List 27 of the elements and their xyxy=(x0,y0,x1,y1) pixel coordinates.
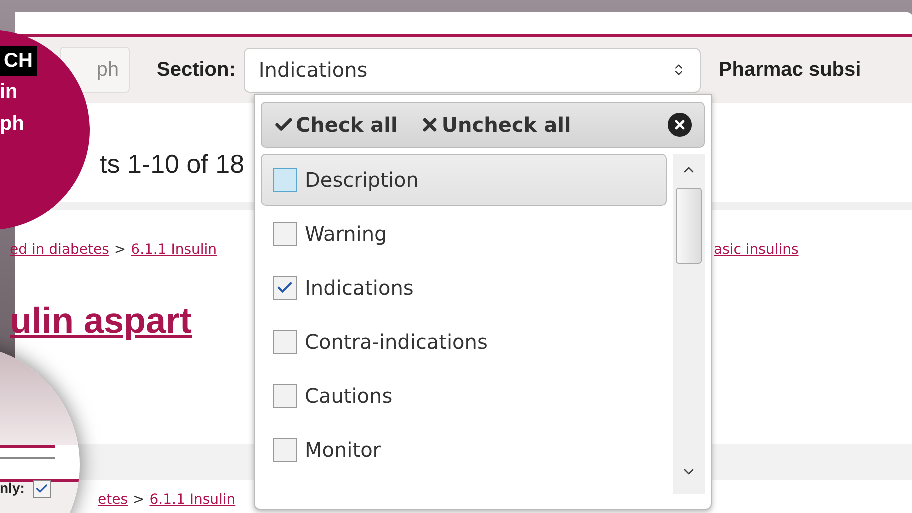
results-summary: ts 1-10 of 18 xyxy=(100,148,245,181)
breadcrumb-separator: > xyxy=(133,491,145,510)
close-icon xyxy=(673,118,687,132)
callout-text: ph xyxy=(0,112,26,137)
breadcrumb-link[interactable]: 6.1.1 Insulin xyxy=(131,240,218,261)
section-option[interactable]: Cautions xyxy=(261,370,667,422)
section-option[interactable]: Contra-indications xyxy=(261,316,667,368)
filter-label: nly: xyxy=(0,479,25,498)
subsidy-label: Pharmac subsi xyxy=(718,58,862,83)
scroll-thumb[interactable] xyxy=(676,188,702,264)
section-option[interactable]: Indications xyxy=(261,262,667,314)
checkmark-icon xyxy=(34,482,49,496)
section-select[interactable]: Indications xyxy=(244,48,701,92)
section-option[interactable]: Monitor xyxy=(261,424,667,476)
section-label: Section: xyxy=(157,58,236,83)
breadcrumb-link[interactable]: 6.1.1 Insulin xyxy=(150,490,236,511)
breadcrumb-separator: > xyxy=(114,241,126,260)
callout-text: in xyxy=(0,80,19,105)
breadcrumb-link[interactable]: etes xyxy=(98,490,128,511)
section-option[interactable]: Description xyxy=(261,154,667,206)
uncheck-all-button[interactable]: Uncheck all xyxy=(420,110,572,140)
section-option[interactable]: Warning xyxy=(261,208,667,260)
check-all-button[interactable]: Check all xyxy=(274,110,398,140)
callout-badge: CH xyxy=(0,46,37,76)
breadcrumb-link[interactable]: asic insulins xyxy=(714,240,799,261)
scrollbar[interactable] xyxy=(673,154,705,494)
close-button[interactable] xyxy=(668,113,692,137)
